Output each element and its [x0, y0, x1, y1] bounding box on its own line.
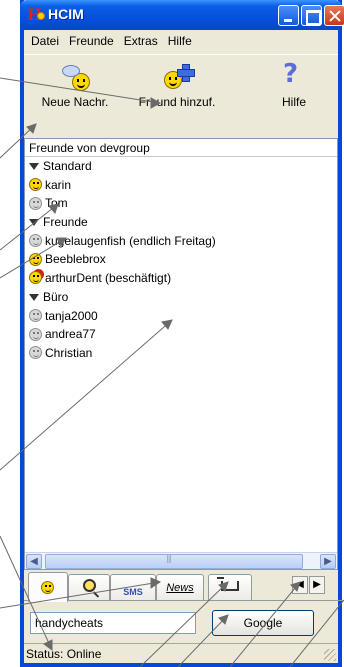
- help-button[interactable]: ? Hilfe: [264, 59, 324, 109]
- toolbar: Neue Nachr. Freund hinzuf. ? Hilfe: [24, 54, 338, 136]
- tab-scroll-right-icon[interactable]: ▶: [309, 576, 325, 594]
- contact-row[interactable]: kugelaugenfish (endlich Freitag): [25, 232, 337, 251]
- contact-row[interactable]: karin: [25, 176, 337, 195]
- group-row[interactable]: Büro: [25, 288, 337, 307]
- menu-hilfe[interactable]: Hilfe: [163, 34, 197, 48]
- contact-name: Beeblebrox: [45, 252, 106, 267]
- offline-status-icon: [29, 346, 42, 360]
- help-label: Hilfe: [281, 95, 306, 109]
- menu-freunde[interactable]: Freunde: [64, 34, 119, 48]
- offline-status-icon: [29, 234, 42, 248]
- menu-bar: Datei Freunde Extras Hilfe: [24, 30, 338, 52]
- online-status-icon: [29, 252, 42, 266]
- new-message-button[interactable]: Neue Nachr.: [24, 61, 126, 109]
- google-button[interactable]: Google: [212, 610, 314, 636]
- tab-sms[interactable]: SMS: [110, 574, 156, 600]
- contact-row[interactable]: Tom: [25, 194, 337, 213]
- friend-list-rows: Standard karin Tom Freunde kugelaugenfish (e…: [25, 157, 337, 363]
- status-bar: Status: Online: [24, 643, 338, 663]
- tab-search[interactable]: [68, 574, 110, 600]
- friend-list[interactable]: Freunde von devgroup Standard karin Tom Fre…: [24, 138, 338, 570]
- add-friend-button[interactable]: Freund hinzuf.: [128, 61, 226, 109]
- app-window: H HCIM Datei Freunde Extras Hilfe Neue N…: [20, 0, 344, 667]
- busy-status-icon: [29, 271, 42, 285]
- resize-grip-icon[interactable]: [324, 649, 336, 661]
- offline-status-icon: [29, 308, 42, 322]
- tab-strip: SMS News ◀ ▶: [24, 572, 344, 602]
- scroll-thumb[interactable]: [45, 554, 303, 569]
- tab-news[interactable]: News: [156, 574, 204, 600]
- contact-row[interactable]: tanja2000: [25, 307, 337, 326]
- search-input[interactable]: [30, 612, 196, 634]
- scroll-left-icon[interactable]: ◀: [26, 554, 42, 569]
- news-label: News: [166, 582, 194, 594]
- offline-status-icon: [29, 327, 42, 341]
- contact-name: kugelaugenfish (endlich Freitag): [45, 233, 216, 248]
- group-name: Büro: [43, 289, 69, 304]
- new-message-label: Neue Nachr.: [41, 95, 109, 109]
- menu-extras[interactable]: Extras: [119, 34, 163, 48]
- expand-triangle-icon[interactable]: [29, 294, 39, 302]
- add-friend-icon: [160, 61, 195, 91]
- contact-name: andrea77: [45, 327, 96, 342]
- maximize-button[interactable]: [301, 5, 322, 26]
- contact-name: Tom: [45, 196, 68, 211]
- contact-name: Christian: [45, 345, 93, 360]
- group-name: Freunde: [43, 215, 88, 230]
- shopping-cart-icon: [217, 577, 239, 591]
- menu-datei[interactable]: Datei: [26, 34, 64, 48]
- contact-row[interactable]: Beeblebrox: [25, 250, 337, 269]
- contact-name: karin: [45, 177, 72, 192]
- search-icon: [83, 579, 96, 592]
- status-text: Status: Online: [26, 647, 102, 661]
- contact-name: arthurDent (beschäftigt): [45, 271, 172, 286]
- add-friend-label: Freund hinzuf.: [138, 95, 216, 109]
- contact-row[interactable]: andrea77: [25, 325, 337, 344]
- offline-status-icon: [29, 196, 42, 210]
- horizontal-scrollbar[interactable]: ◀ ▶: [25, 552, 337, 569]
- contact-name: tanja2000: [45, 308, 98, 323]
- tab-shop[interactable]: [208, 574, 252, 600]
- sms-label: SMS: [123, 587, 143, 597]
- close-button[interactable]: [324, 5, 344, 26]
- new-message-icon: [58, 61, 92, 91]
- group-row[interactable]: Freunde: [25, 213, 337, 232]
- app-logo-icon: H: [27, 6, 45, 24]
- contact-row[interactable]: Christian: [25, 344, 337, 363]
- friend-list-header: Freunde von devgroup: [25, 139, 337, 157]
- contacts-smiley-icon: [41, 581, 54, 594]
- group-row[interactable]: Standard: [25, 157, 337, 176]
- minimize-button[interactable]: [278, 5, 299, 26]
- online-status-icon: [29, 178, 42, 192]
- expand-triangle-icon[interactable]: [29, 219, 39, 227]
- help-icon: ?: [283, 59, 299, 89]
- window-title: HCIM: [48, 6, 84, 22]
- group-name: Standard: [43, 159, 92, 173]
- contact-row[interactable]: arthurDent (beschäftigt): [25, 269, 337, 288]
- tab-scroll-left-icon[interactable]: ◀: [292, 576, 308, 594]
- expand-triangle-icon[interactable]: [29, 163, 39, 171]
- scroll-right-icon[interactable]: ▶: [320, 554, 336, 569]
- tab-contacts[interactable]: [28, 572, 68, 602]
- title-bar[interactable]: H HCIM: [20, 0, 344, 30]
